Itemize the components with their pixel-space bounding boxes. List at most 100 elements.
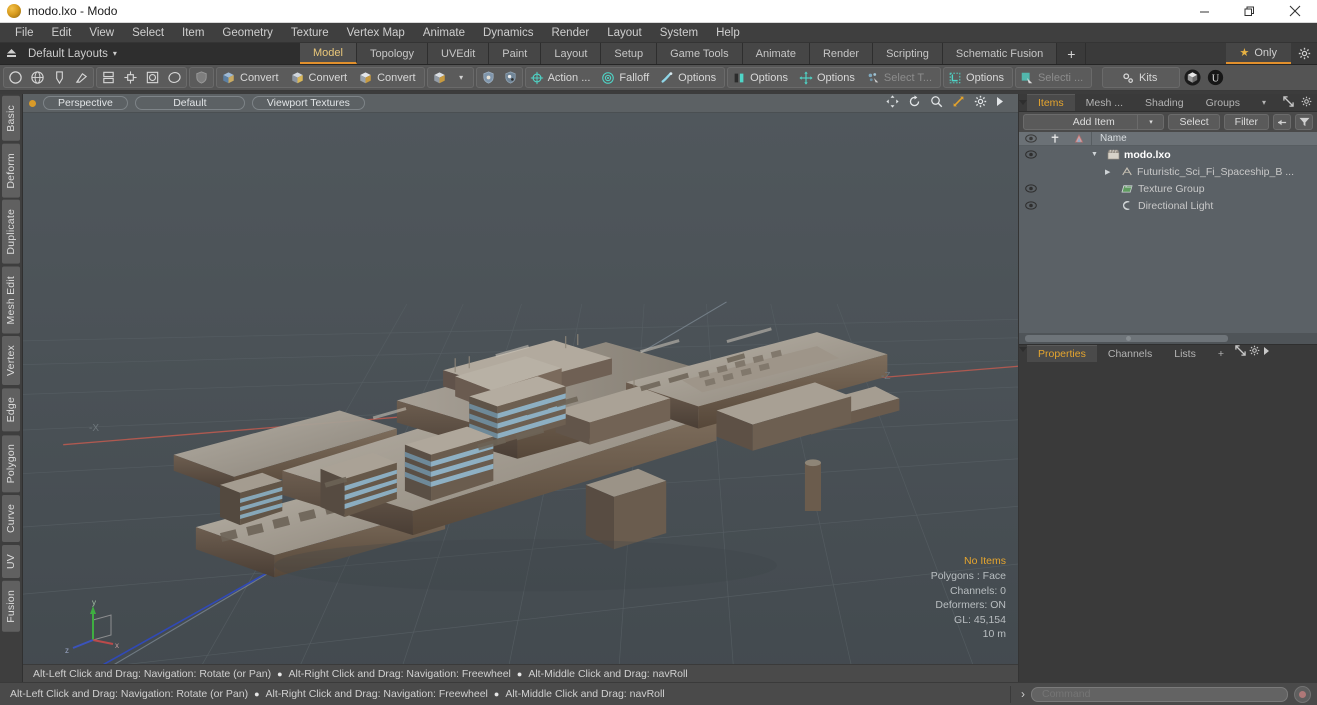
cube-black-icon[interactable]: [1182, 68, 1203, 87]
shield-blue-icon[interactable]: [478, 68, 499, 87]
add-item-chevron-down-icon[interactable]: ▾: [1137, 115, 1163, 129]
tab-paint[interactable]: Paint: [489, 43, 542, 64]
tab-schematic-fusion[interactable]: Schematic Fusion: [942, 43, 1058, 64]
row-eye-icon-0[interactable]: [1019, 150, 1043, 159]
sidebar-item-vertex[interactable]: Vertex: [2, 336, 20, 386]
rotate-icon[interactable]: [908, 95, 921, 111]
convert-button-2[interactable]: Convert: [287, 68, 355, 87]
properties-expand-icon[interactable]: [1235, 345, 1249, 359]
viewport-shading-selector[interactable]: Viewport Textures: [251, 96, 365, 110]
tab-channels[interactable]: Channels: [1096, 345, 1164, 362]
square-in-square-icon[interactable]: [142, 68, 163, 87]
mirror-icon[interactable]: [98, 68, 119, 87]
row-name-cell-0[interactable]: ▼ modo.lxo: [1091, 149, 1317, 161]
zoom-icon[interactable]: [930, 95, 943, 111]
sidebar-item-edge[interactable]: Edge: [2, 388, 20, 432]
pen-icon[interactable]: [49, 68, 70, 87]
only-toggle-button[interactable]: ★ Only: [1225, 43, 1291, 64]
chevron-down-icon[interactable]: ▾: [113, 49, 117, 58]
command-input[interactable]: [1031, 686, 1288, 702]
tab-topology[interactable]: Topology: [356, 43, 429, 64]
minimize-icon[interactable]: [1182, 0, 1227, 23]
sidebar-item-polygon[interactable]: Polygon: [2, 434, 20, 493]
action-center-button[interactable]: Action ...: [527, 68, 598, 87]
layout-gear-icon[interactable]: [1291, 43, 1317, 64]
shield-icon[interactable]: [191, 68, 212, 87]
command-chevron-icon[interactable]: ›: [1017, 687, 1025, 701]
item-list-horizontal-scrollbar[interactable]: [1019, 333, 1317, 344]
row-eye-icon-3[interactable]: [1019, 201, 1043, 210]
filter-button[interactable]: Filter: [1223, 114, 1269, 130]
close-icon[interactable]: [1272, 0, 1317, 23]
sidebar-item-fusion[interactable]: Fusion: [2, 581, 20, 632]
paint-brush-icon[interactable]: [71, 68, 92, 87]
move-tool-options-button[interactable]: Options: [796, 68, 862, 87]
tab-model[interactable]: Model: [300, 43, 357, 64]
scrollbar-thumb[interactable]: [1025, 335, 1228, 342]
viewport-active-dot[interactable]: [29, 99, 36, 107]
add-properties-tab-button[interactable]: +: [1206, 345, 1235, 362]
shield-dark-icon[interactable]: [500, 68, 521, 87]
home-upload-icon[interactable]: [0, 43, 22, 65]
row-expander-1[interactable]: ▶: [1105, 168, 1117, 176]
menu-file[interactable]: File: [6, 23, 43, 43]
globe-icon[interactable]: [27, 68, 48, 87]
selection-set-button[interactable]: Selecti ...: [1017, 68, 1090, 87]
item-list[interactable]: Name ▼ modo.lxo ▶ Futuristic_Sci_Fi_Spac…: [1019, 131, 1317, 344]
collapse-arrow-icon[interactable]: [1273, 114, 1291, 130]
menu-vertex-map[interactable]: Vertex Map: [338, 23, 414, 43]
expand-icon[interactable]: [1283, 95, 1294, 110]
falloff-button[interactable]: Falloff: [598, 68, 656, 87]
tab-uvedit[interactable]: UVEdit: [428, 43, 490, 64]
menu-geometry[interactable]: Geometry: [213, 23, 282, 43]
layout-selector[interactable]: Default Layouts ▾: [0, 43, 300, 64]
tab-mesh[interactable]: Mesh ...: [1074, 94, 1135, 111]
viewport-camera-selector[interactable]: Perspective: [43, 96, 128, 110]
row-expander-0[interactable]: ▼: [1091, 151, 1103, 158]
select-button[interactable]: Select: [1168, 114, 1220, 130]
sidebar-item-duplicate[interactable]: Duplicate: [2, 200, 20, 264]
menu-edit[interactable]: Edit: [43, 23, 81, 43]
row-name-cell-3[interactable]: Directional Light: [1091, 200, 1317, 212]
snap-options-button[interactable]: Options: [657, 68, 723, 87]
sidebar-item-basic[interactable]: Basic: [2, 96, 20, 141]
tab-items[interactable]: Items: [1027, 94, 1075, 111]
menu-help[interactable]: Help: [707, 23, 749, 43]
items-tab-overflow-chevron-down-icon[interactable]: ▾: [1251, 94, 1278, 111]
tab-shading[interactable]: Shading: [1134, 94, 1195, 111]
pan-icon[interactable]: [886, 95, 899, 111]
crosshair-box-icon[interactable]: [120, 68, 141, 87]
sidebar-item-uv[interactable]: UV: [2, 545, 20, 579]
tab-animate[interactable]: Animate: [742, 43, 810, 64]
properties-menu-dot[interactable]: [1019, 345, 1027, 362]
tab-game-tools[interactable]: Game Tools: [657, 43, 743, 64]
fit-icon[interactable]: [952, 95, 965, 111]
menu-layout[interactable]: Layout: [598, 23, 651, 43]
viewport-gear-icon[interactable]: [974, 95, 987, 111]
oval-icon[interactable]: [164, 68, 185, 87]
row-eye-icon-2[interactable]: [1019, 184, 1043, 193]
tab-render[interactable]: Render: [809, 43, 874, 64]
kits-button[interactable]: Kits: [1104, 68, 1178, 87]
symmetry-options-button[interactable]: Options: [729, 68, 795, 87]
table-row[interactable]: ▶ Futuristic_Sci_Fi_Spaceship_B ...: [1019, 163, 1317, 180]
sidebar-item-mesh-edit[interactable]: Mesh Edit: [2, 266, 20, 334]
cube-small-icon[interactable]: [429, 68, 450, 87]
add-item-button[interactable]: Add Item ▾: [1023, 114, 1165, 130]
restore-icon[interactable]: [1227, 0, 1272, 23]
tab-scripting[interactable]: Scripting: [873, 43, 943, 64]
row-name-cell-1[interactable]: ▶ Futuristic_Sci_Fi_Spaceship_B ...: [1091, 166, 1317, 178]
viewport-style-selector[interactable]: Default: [134, 96, 245, 110]
layout-options-button[interactable]: Options: [945, 68, 1011, 87]
chevron-right-icon[interactable]: [996, 96, 1004, 110]
table-row[interactable]: Texture Group: [1019, 180, 1317, 197]
sidebar-item-deform[interactable]: Deform: [2, 143, 20, 198]
menu-view[interactable]: View: [80, 23, 123, 43]
orientation-gizmo[interactable]: y x z: [63, 598, 127, 656]
menu-animate[interactable]: Animate: [414, 23, 474, 43]
unreal-icon[interactable]: U: [1205, 68, 1226, 87]
circle-icon[interactable]: [5, 68, 26, 87]
properties-chevron-right-icon[interactable]: [1263, 347, 1270, 359]
tab-setup[interactable]: Setup: [601, 43, 658, 64]
funnel-icon[interactable]: [1295, 114, 1313, 130]
